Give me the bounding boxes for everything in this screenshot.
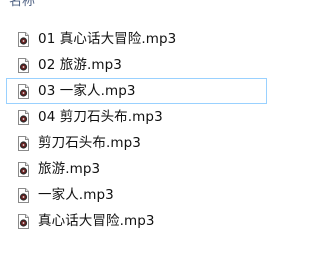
- file-name: 剪刀石头布.mp3: [38, 135, 142, 151]
- file-row[interactable]: 02 旅游.mp3: [0, 52, 267, 78]
- file-row-focused[interactable]: 03 一家人.mp3: [6, 78, 267, 104]
- audio-file-icon: [18, 161, 29, 177]
- file-name: 04 剪刀石头布.mp3: [38, 109, 163, 125]
- audio-file-icon: [18, 135, 29, 151]
- file-name: 旅游.mp3: [38, 161, 101, 177]
- audio-file-icon: [18, 57, 29, 73]
- file-name: 02 旅游.mp3: [38, 57, 122, 73]
- file-row[interactable]: 旅游.mp3: [0, 156, 267, 182]
- audio-file-icon: [18, 109, 29, 125]
- audio-file-icon: [18, 31, 29, 47]
- audio-file-icon: [18, 213, 29, 229]
- file-row[interactable]: 01 真心话大冒险.mp3: [0, 26, 267, 52]
- audio-file-icon: [18, 83, 29, 99]
- file-row[interactable]: 一家人.mp3: [0, 182, 267, 208]
- file-row[interactable]: 04 剪刀石头布.mp3: [0, 104, 267, 130]
- file-row[interactable]: 真心话大冒险.mp3: [0, 208, 267, 234]
- column-header-name[interactable]: 名称: [9, 0, 35, 10]
- file-list: 01 真心话大冒险.mp3 02 旅游.mp3 03 一家人.mp3 04 剪刀…: [0, 26, 267, 234]
- file-row[interactable]: 剪刀石头布.mp3: [0, 130, 267, 156]
- file-name: 01 真心话大冒险.mp3: [38, 31, 177, 47]
- file-name: 03 一家人.mp3: [38, 83, 136, 99]
- audio-file-icon: [18, 187, 29, 203]
- file-name: 一家人.mp3: [38, 187, 114, 203]
- file-name: 真心话大冒险.mp3: [38, 213, 155, 229]
